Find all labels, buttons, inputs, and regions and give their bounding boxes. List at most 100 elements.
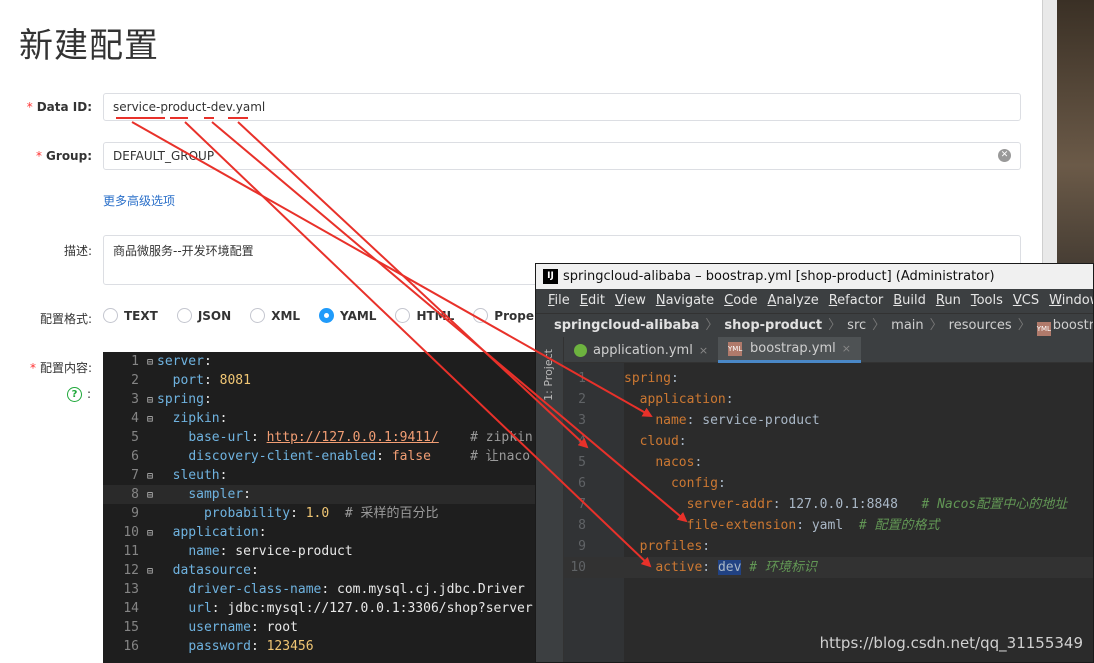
code-token: : xyxy=(678,434,687,449)
advanced-options-link[interactable]: 更多高级选项 xyxy=(103,192,175,209)
editor-line[interactable]: 3 ⊟ spring: xyxy=(103,390,543,409)
editor-line[interactable]: 10 ⊟ application: xyxy=(103,523,543,542)
code-line[interactable]: 3 name: service-product xyxy=(564,410,1093,431)
radio-dot-icon[interactable] xyxy=(473,308,489,323)
editor-line[interactable]: 7 ⊟ sleuth: xyxy=(103,466,543,485)
menu-item-window[interactable]: Window xyxy=(1049,289,1093,313)
line-number: 5 xyxy=(131,430,139,445)
breadcrumb-item[interactable]: src xyxy=(847,314,866,337)
editor-line[interactable]: 4 ⊟ zipkin: xyxy=(103,409,543,428)
code-line[interactable]: 1 spring: xyxy=(564,368,1093,389)
menu-item-file[interactable]: File xyxy=(548,289,570,313)
breadcrumb-item[interactable]: shop-product xyxy=(724,314,822,337)
code-token: spring xyxy=(157,392,204,407)
format-radio-html[interactable]: HTML xyxy=(395,308,454,323)
breadcrumb: springcloud-alibaba 〉 shop-product 〉 src 〉 mai… xyxy=(536,313,1094,337)
breadcrumb-item[interactable]: resources xyxy=(949,314,1012,337)
fold-icon[interactable]: ⊟ xyxy=(143,524,157,543)
help-icon[interactable]: ? xyxy=(67,387,82,402)
code-token: : xyxy=(376,449,392,464)
code-line[interactable]: 8 file-extension: yaml # 配置的格式 xyxy=(564,515,1093,536)
editor-line[interactable]: 11 name: service-product xyxy=(103,542,543,561)
code-line[interactable]: 9 profiles: xyxy=(564,536,1093,557)
fold-icon[interactable]: ⊟ xyxy=(143,467,157,486)
menu-item-refactor[interactable]: Refactor xyxy=(829,289,884,313)
code-token: nacos xyxy=(655,455,695,470)
window-titlebar: IJ springcloud-alibaba – boostrap.yml [s… xyxy=(536,264,1093,289)
menu-item-navigate[interactable]: Navigate xyxy=(656,289,714,313)
code-line[interactable]: 10 active: dev # 环境标识 xyxy=(564,557,1093,578)
code-token: : service-product xyxy=(686,413,820,428)
code-line[interactable]: 7 server-addr: 127.0.0.1:8848 # Nacos配置中… xyxy=(564,494,1093,515)
code-token: # 环境标识 xyxy=(749,560,817,575)
breadcrumb-item[interactable]: springcloud-alibaba xyxy=(554,314,699,337)
format-radio-xml[interactable]: XML xyxy=(250,308,300,323)
editor-line[interactable]: 6 discovery-client-enabled: false # 让nac… xyxy=(103,447,543,466)
editor-line[interactable]: 8 ⊟ sampler: xyxy=(103,485,543,504)
code-line[interactable]: 5 nacos: xyxy=(564,452,1093,473)
tab-label: application.yml xyxy=(593,342,693,358)
menu-item-vcs[interactable]: VCS xyxy=(1013,289,1039,313)
menu-item-build[interactable]: Build xyxy=(893,289,926,313)
editor-line[interactable]: 12 ⊟ datasource: xyxy=(103,561,543,580)
menu-item-edit[interactable]: Edit xyxy=(580,289,605,313)
format-radio-json[interactable]: JSON xyxy=(176,308,232,323)
menu-item-analyze[interactable]: Analyze xyxy=(767,289,818,313)
editor-line[interactable]: 16 password: 123456 xyxy=(103,637,543,656)
description-label: 描述: xyxy=(63,244,92,258)
fold-icon[interactable]: ⊟ xyxy=(143,391,157,410)
group-input[interactable]: DEFAULT_GROUP ✕ xyxy=(103,142,1021,170)
code-line[interactable]: 6 config: xyxy=(564,473,1093,494)
editor-tab[interactable]: application.yml × xyxy=(564,337,718,363)
data-id-input[interactable]: service-product-dev.yaml xyxy=(103,93,1021,121)
fold-icon[interactable]: ⊟ xyxy=(143,353,157,372)
breadcrumb-item[interactable]: YMLboostrap.yml xyxy=(1036,314,1094,337)
clear-icon[interactable]: ✕ xyxy=(998,149,1011,162)
radio-dot-icon[interactable] xyxy=(319,308,335,323)
code-token: config xyxy=(670,476,718,491)
line-number: 4 xyxy=(578,434,586,449)
menu-item-tools[interactable]: Tools xyxy=(971,289,1003,313)
breadcrumb-item[interactable]: main xyxy=(891,314,923,337)
editor-line[interactable]: 15 username: root xyxy=(103,618,543,637)
project-tool-tab[interactable]: 1: Project xyxy=(542,349,555,401)
breadcrumb-separator: 〉 xyxy=(705,318,719,333)
config-content-editor[interactable]: 1 ⊟ server: 2 port: 8081 3 ⊟ spring: 4 ⊟ zipkin:… xyxy=(103,352,543,663)
radio-dot-icon[interactable] xyxy=(103,308,118,323)
editor-line[interactable]: 13 driver-class-name: com.mysql.cj.jdbc.… xyxy=(103,580,543,599)
editor-line[interactable]: 9 probability: 1.0 # 采样的百分比 xyxy=(103,504,543,523)
line-number: 7 xyxy=(131,468,139,483)
code-token: 8081 xyxy=(219,373,251,388)
fold-icon[interactable]: ⊟ xyxy=(143,486,157,505)
fold-icon[interactable]: ⊟ xyxy=(143,562,157,581)
editor-line[interactable]: 14 url: jdbc:mysql://127.0.0.1:3306/shop… xyxy=(103,599,543,618)
radio-dot-icon[interactable] xyxy=(250,308,266,323)
close-icon[interactable]: × xyxy=(699,344,708,357)
radio-dot-icon[interactable] xyxy=(176,308,192,323)
code-line[interactable]: 2 application: xyxy=(564,389,1093,410)
menu-item-view[interactable]: View xyxy=(615,289,646,313)
editor-line[interactable]: 2 port: 8081 xyxy=(103,371,543,390)
fold-icon[interactable]: ⊟ xyxy=(143,410,157,429)
radio-dot-icon[interactable] xyxy=(395,308,411,323)
menu-item-run[interactable]: Run xyxy=(936,289,961,313)
code-line[interactable]: 4 cloud: xyxy=(564,431,1093,452)
editor-line[interactable]: 1 ⊟ server: xyxy=(103,352,543,371)
breadcrumb-label: boostrap.yml xyxy=(1052,318,1094,333)
code-token: service-product xyxy=(235,544,353,559)
editor-line[interactable]: 5 base-url: http://127.0.0.1:9411/ # zip… xyxy=(103,428,543,447)
close-icon[interactable]: × xyxy=(842,342,851,355)
format-radio-label: JSON xyxy=(197,308,232,323)
format-radio-yaml[interactable]: YAML xyxy=(319,308,376,323)
menu-item-code[interactable]: Code xyxy=(724,289,757,313)
data-id-label: * Data ID: xyxy=(26,100,92,114)
format-radio-text[interactable]: TEXT xyxy=(103,308,158,323)
editor-tab[interactable]: YML boostrap.yml × xyxy=(718,337,861,363)
